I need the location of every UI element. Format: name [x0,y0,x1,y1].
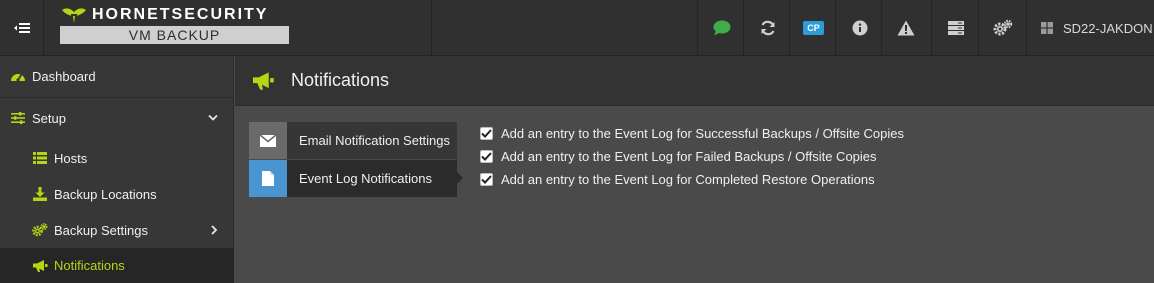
warning-button[interactable] [881,0,929,56]
cp-button[interactable]: CP [789,0,837,56]
content-area: Email Notification Settings Event Log No… [235,106,1154,283]
chevron-right-icon [211,225,218,235]
refresh-button[interactable] [743,0,791,56]
checkmark-icon [481,175,492,184]
settings-button[interactable] [978,0,1026,56]
info-button[interactable] [835,0,883,56]
divider [431,0,432,56]
chevron-down-icon [208,114,218,122]
top-bar: HORNETSECURITY VM BACKUP CP SD22-JAKDON [0,0,1154,56]
option-successful-backups[interactable]: Add an entry to the Event Log for Succes… [480,122,904,145]
list-icon [32,152,48,164]
megaphone-icon [32,259,48,273]
event-log-options: Add an entry to the Event Log for Succes… [480,122,904,191]
host-indicator[interactable]: SD22-JAKDON [1026,0,1154,56]
page-header: Notifications [235,56,1154,106]
settings-icon [993,19,1012,36]
chat-icon [713,20,730,36]
hornet-logo-icon [62,8,86,23]
dashboard-icon [10,70,26,84]
checkbox-label: Add an entry to the Event Log for Succes… [501,126,904,141]
checkmark-icon [481,129,492,138]
checkbox[interactable] [480,150,493,163]
sliders-icon [10,112,26,124]
checkbox-label: Add an entry to the Event Log for Comple… [501,172,875,187]
download-icon [32,187,48,201]
option-failed-backups[interactable]: Add an entry to the Event Log for Failed… [480,145,904,168]
checkbox-label: Add an entry to the Event Log for Failed… [501,149,877,164]
refresh-icon [760,20,775,36]
sidebar-item-label: Dashboard [32,69,96,84]
chat-button[interactable] [697,0,745,56]
sidebar-item-dashboard[interactable]: Dashboard [0,56,234,98]
server-button[interactable] [931,0,979,56]
tab-event-log-notifications[interactable]: Event Log Notifications [249,160,463,197]
menu-collapse-button[interactable] [0,0,44,56]
sidebar-item-backup-settings[interactable]: Backup Settings [0,212,234,248]
warning-icon [897,20,914,36]
page-title: Notifications [291,70,390,90]
sidebar-item-label: Backup Locations [54,186,157,202]
brand-name: HORNETSECURITY [92,6,269,23]
menu-collapse-icon [13,23,30,33]
info-icon [852,20,867,36]
sidebar-item-setup[interactable]: Setup [0,98,234,138]
megaphone-icon [253,71,274,90]
sidebar-item-label: Backup Settings [54,222,148,238]
checkbox[interactable] [480,173,493,186]
checkmark-icon [481,152,492,161]
cp-icon: CP [803,21,824,35]
product-name: VM BACKUP [60,26,289,44]
app-logo: HORNETSECURITY VM BACKUP [60,4,289,44]
hostname-label: SD22-JAKDON [1063,20,1153,36]
cogs-icon [32,223,48,237]
tab-email-notification-settings[interactable]: Email Notification Settings [249,122,457,159]
sidebar-item-backup-locations[interactable]: Backup Locations [0,176,234,212]
tab-label: Event Log Notifications [287,160,457,197]
document-icon [249,160,287,197]
envelope-icon [249,122,287,159]
sidebar-item-label: Hosts [54,150,88,166]
sidebar: Dashboard Setup Hosts Backup Locations B… [0,56,234,283]
notification-tabs: Email Notification Settings Event Log No… [249,122,463,197]
sidebar-item-label: Setup [32,110,66,126]
checkbox[interactable] [480,127,493,140]
windows-icon [1041,22,1053,34]
sidebar-item-hosts[interactable]: Hosts [0,140,234,176]
option-completed-restores[interactable]: Add an entry to the Event Log for Comple… [480,168,904,191]
server-icon [947,21,964,35]
sidebar-item-notifications[interactable]: Notifications [0,248,234,283]
sidebar-item-label: Notifications [54,258,125,273]
tab-label: Email Notification Settings [287,122,457,159]
